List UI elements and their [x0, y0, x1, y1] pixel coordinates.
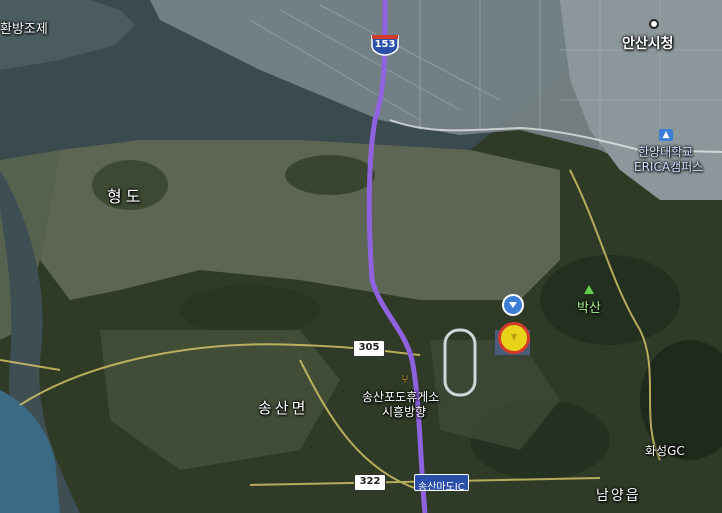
route-322-shield: 322	[354, 474, 386, 491]
city-hall-dot-icon[interactable]	[649, 19, 659, 29]
rest-area-icon[interactable]: ⑂	[399, 373, 411, 385]
map-imagery	[0, 0, 722, 513]
label-namyang-eup[interactable]: 남양읍	[596, 485, 641, 505]
route-322-number: 322	[359, 476, 381, 487]
label-songsan-myeon[interactable]: 송산면	[258, 397, 308, 418]
label-ansan-city-hall[interactable]: 안산시청	[622, 33, 674, 53]
route-305-number: 305	[358, 342, 380, 353]
expressway-153-shield: 153	[371, 34, 399, 56]
songsan-ic-text: 송산마도IC	[418, 482, 465, 493]
label-hanyang-univ-line2[interactable]: ERICA캠퍼스	[634, 158, 703, 175]
label-songsan-ic[interactable]: 송산마도IC	[414, 474, 469, 493]
route-305-shield: 305	[353, 340, 385, 357]
label-baksan[interactable]: 박산	[577, 297, 601, 316]
label-rest-area-line2[interactable]: 시흥방향	[382, 403, 426, 420]
label-hwajo-seawall[interactable]: 환방조제	[0, 18, 48, 37]
satellite-map[interactable]: 153 305 322 환방조제 안산시청 ▲ 한양대학교 ERICA캠퍼스 형…	[0, 0, 722, 513]
location-marker-icon[interactable]	[502, 294, 524, 316]
label-hwaseong-gc[interactable]: 화성GC	[645, 442, 685, 459]
mountain-peak-icon[interactable]	[584, 285, 594, 294]
selected-marker-icon[interactable]	[498, 322, 530, 354]
label-hyeongdo[interactable]: 형도	[107, 183, 144, 207]
expressway-153-number: 153	[374, 39, 396, 50]
university-icon[interactable]: ▲	[659, 129, 673, 141]
